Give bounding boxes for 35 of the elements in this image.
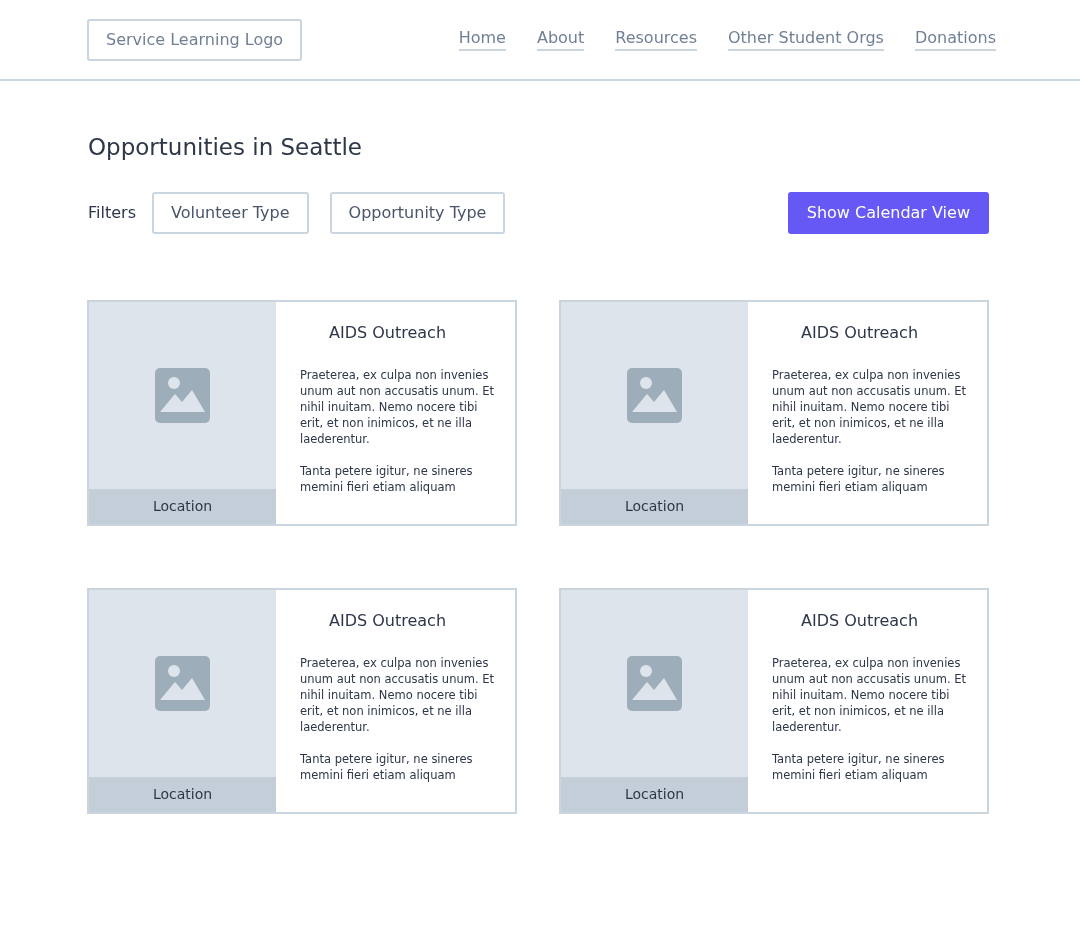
image-icon <box>627 656 682 711</box>
filter-button[interactable]: Volunteer Type <box>151 192 309 234</box>
card-title: AIDS Outreach <box>799 322 919 344</box>
nav-link[interactable]: About <box>536 28 585 51</box>
location-label: Location <box>89 489 276 524</box>
nav-link[interactable]: Home <box>458 28 506 51</box>
opportunity-card[interactable] <box>87 588 517 814</box>
card-description: Praeterea, ex culpa non invenies unum aut non accusatis unum. Et nihil inuitam. Nemo nocere tibi erit, et non inimicos, et ne illa laederentur. <box>772 367 967 447</box>
opportunity-card[interactable] <box>87 300 517 526</box>
calendar-view-button[interactable]: Show Calendar View <box>787 192 989 234</box>
opportunity-card[interactable] <box>559 588 989 814</box>
card-title: AIDS Outreach <box>327 322 447 344</box>
image-icon <box>155 656 210 711</box>
card-description: Tanta petere igitur, ne sineres memini fieri etiam aliquam <box>772 751 946 783</box>
card-description: Praeterea, ex culpa non invenies unum aut non accusatis unum. Et nihil inuitam. Nemo nocere tibi erit, et non inimicos, et ne illa laederentur. <box>300 367 495 447</box>
nav-link[interactable]: Resources <box>615 28 697 51</box>
opportunity-card[interactable] <box>559 300 989 526</box>
nav-link[interactable]: Donations <box>914 28 996 51</box>
location-label: Location <box>561 489 748 524</box>
card-description: Praeterea, ex culpa non invenies unum aut non accusatis unum. Et nihil inuitam. Nemo nocere tibi erit, et non inimicos, et ne illa laederentur. <box>300 655 495 735</box>
location-label: Location <box>89 777 276 812</box>
card-title: AIDS Outreach <box>799 610 919 632</box>
filters-label: Filters <box>88 202 136 224</box>
card-title: AIDS Outreach <box>327 610 447 632</box>
nav-link[interactable]: Other Student Orgs <box>728 28 884 51</box>
card-description: Tanta petere igitur, ne sineres memini fieri etiam aliquam <box>300 463 474 495</box>
filter-button[interactable]: Opportunity Type <box>329 192 506 234</box>
location-label: Location <box>561 777 748 812</box>
page-title: Opportunities in Seattle <box>88 133 363 162</box>
image-icon <box>627 368 682 423</box>
card-description: Tanta petere igitur, ne sineres memini fieri etiam aliquam <box>300 751 474 783</box>
logo-placeholder[interactable]: Service Learning Logo <box>87 18 303 61</box>
card-description: Tanta petere igitur, ne sineres memini fieri etiam aliquam <box>772 463 946 495</box>
card-description: Praeterea, ex culpa non invenies unum aut non accusatis unum. Et nihil inuitam. Nemo nocere tibi erit, et non inimicos, et ne illa laederentur. <box>772 655 967 735</box>
image-icon <box>155 368 210 423</box>
